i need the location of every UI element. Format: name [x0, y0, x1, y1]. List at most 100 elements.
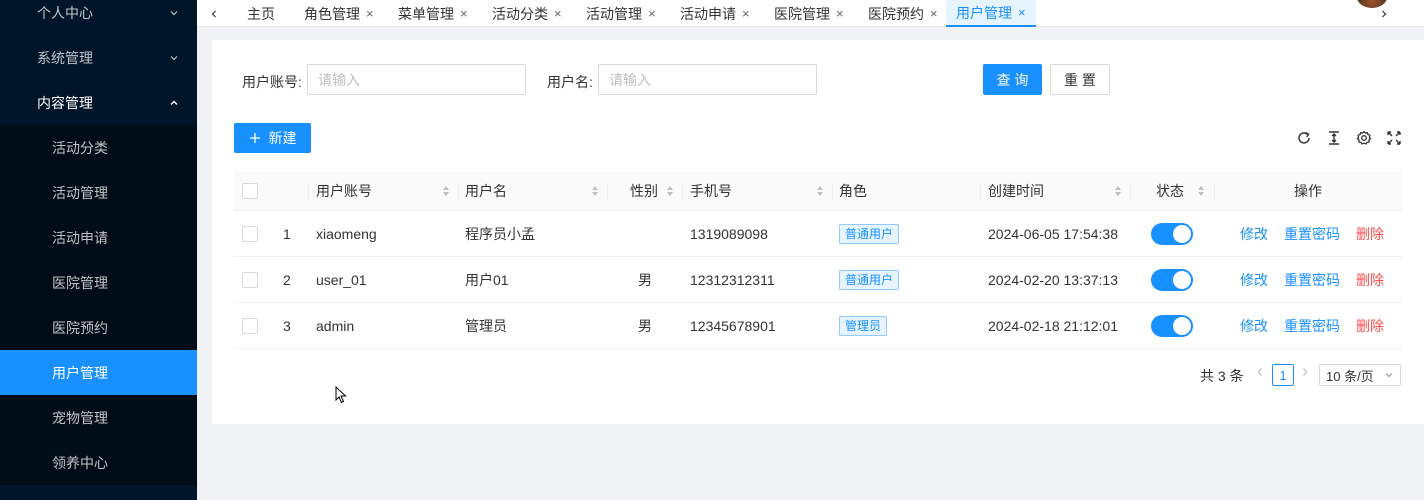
row-select-cell[interactable] [242, 211, 258, 257]
fullscreen-icon[interactable] [1385, 129, 1403, 147]
sidebar-item-personal-center[interactable]: 个人中心 [0, 0, 197, 35]
column-header-phone[interactable]: 手机号 [690, 171, 832, 211]
reload-icon[interactable] [1295, 129, 1313, 147]
row-select-cell[interactable] [242, 257, 258, 303]
sidebar-item-pet-management[interactable]: 宠物管理 [0, 395, 197, 440]
reset-button[interactable]: 重 置 [1050, 64, 1110, 95]
tab-activity-application[interactable]: 活动申请 × [670, 0, 760, 27]
column-header-account[interactable]: 用户账号 [316, 171, 458, 211]
tab-user-management[interactable]: 用户管理 × [946, 0, 1036, 27]
sort-icon[interactable] [442, 185, 450, 197]
role-tag: 普通用户 [839, 224, 900, 244]
sidebar-item-label: 领养中心 [52, 454, 108, 471]
tab-hospital-management[interactable]: 医院管理 × [764, 0, 854, 27]
tab-home[interactable]: 主页 [237, 0, 285, 27]
column-header-gender[interactable]: 性别 [614, 171, 682, 211]
cell-actions: 修改 重置密码 删除 [1240, 257, 1384, 303]
select-all-cell[interactable] [242, 171, 272, 211]
status-toggle[interactable] [1151, 223, 1193, 245]
sidebar-item-adoption-center[interactable]: 领养中心 [0, 440, 197, 485]
status-toggle[interactable] [1151, 315, 1193, 337]
row-checkbox[interactable] [242, 226, 258, 242]
setting-icon[interactable] [1355, 129, 1373, 147]
new-button-label: 新建 [268, 130, 297, 146]
close-icon[interactable]: × [460, 6, 468, 21]
cell-status [1151, 257, 1193, 303]
tab-scroll-left-icon[interactable] [207, 0, 221, 27]
page-size-select[interactable]: 10 条/页 [1319, 364, 1401, 386]
tab-scroll-right-icon[interactable] [1377, 0, 1391, 27]
role-tag: 普通用户 [839, 270, 900, 290]
pagination-next-icon[interactable] [1300, 366, 1310, 381]
sidebar-item-label: 活动申请 [52, 229, 108, 246]
delete-link[interactable]: 删除 [1356, 316, 1384, 336]
sidebar-item-user-management[interactable]: 用户管理 [0, 350, 197, 395]
pagination-prev-icon[interactable] [1255, 366, 1265, 381]
cell-role: 普通用户 [839, 257, 900, 303]
row-index: 3 [283, 318, 291, 334]
cell-phone: 12345678901 [690, 318, 776, 334]
row-checkbox[interactable] [242, 318, 258, 334]
account-label: 用户账号: [242, 74, 302, 90]
cell-account: user_01 [316, 272, 367, 288]
tab-menu-management[interactable]: 菜单管理 × [388, 0, 478, 27]
tab-label: 医院管理 [774, 5, 830, 22]
select-all-checkbox[interactable] [242, 183, 258, 199]
edit-link[interactable]: 修改 [1240, 270, 1268, 290]
sort-icon[interactable] [1197, 185, 1205, 197]
query-button[interactable]: 查 询 [983, 64, 1042, 95]
pagination-page-button[interactable]: 1 [1272, 364, 1294, 386]
sidebar-item-system-management[interactable]: 系统管理 [0, 35, 197, 80]
reset-password-link[interactable]: 重置密码 [1284, 316, 1340, 336]
status-toggle[interactable] [1151, 269, 1193, 291]
sidebar-item-hospital-appointment[interactable]: 医院预约 [0, 305, 197, 350]
tab-label: 活动申请 [680, 5, 736, 22]
reset-password-link[interactable]: 重置密码 [1284, 270, 1340, 290]
column-header-created-time[interactable]: 创建时间 [988, 171, 1130, 211]
sidebar-item-activity-category[interactable]: 活动分类 [0, 125, 197, 170]
close-icon[interactable]: × [930, 6, 938, 21]
row-select-cell[interactable] [242, 303, 258, 349]
column-height-icon[interactable] [1325, 129, 1343, 147]
close-icon[interactable]: × [1018, 5, 1026, 20]
sidebar-item-label: 医院管理 [52, 274, 108, 291]
close-icon[interactable]: × [836, 6, 844, 21]
cell-actions: 修改 重置密码 删除 [1240, 211, 1384, 257]
sidebar-item-content-management[interactable]: 内容管理 [0, 80, 197, 125]
username-search-input[interactable] [598, 64, 817, 95]
column-header-status[interactable]: 状态 [1137, 171, 1213, 211]
sidebar-item-label: 内容管理 [37, 94, 93, 111]
column-header-username[interactable]: 用户名 [465, 171, 607, 211]
new-button[interactable]: 新建 [234, 123, 311, 153]
cell-status [1151, 303, 1193, 349]
reset-password-link[interactable]: 重置密码 [1284, 224, 1340, 244]
close-icon[interactable]: × [554, 6, 562, 21]
row-checkbox[interactable] [242, 272, 258, 288]
tab-activity-management[interactable]: 活动管理 × [576, 0, 666, 27]
edit-link[interactable]: 修改 [1240, 224, 1268, 244]
tab-hospital-appointment[interactable]: 医院预约 × [858, 0, 948, 27]
edit-link[interactable]: 修改 [1240, 316, 1268, 336]
sort-icon[interactable] [666, 185, 674, 197]
tab-activity-category[interactable]: 活动分类 × [482, 0, 572, 27]
role-tag: 管理员 [839, 316, 888, 336]
account-search-input[interactable] [307, 64, 526, 95]
cell-gender: 男 [638, 272, 652, 288]
close-icon[interactable]: × [648, 6, 656, 21]
close-icon[interactable]: × [742, 6, 750, 21]
column-header-role: 角色 [839, 183, 867, 199]
cell-account: admin [316, 318, 355, 334]
delete-link[interactable]: 删除 [1356, 270, 1384, 290]
close-icon[interactable]: × [366, 6, 374, 21]
sort-icon[interactable] [1114, 185, 1122, 197]
tab-label: 活动分类 [492, 5, 548, 22]
sidebar-item-activity-management[interactable]: 活动管理 [0, 170, 197, 215]
sidebar-item-hospital-management[interactable]: 医院管理 [0, 260, 197, 305]
tab-role-management[interactable]: 角色管理 × [294, 0, 384, 27]
sidebar-item-activity-application[interactable]: 活动申请 [0, 215, 197, 260]
sidebar: 个人中心 系统管理 内容管理 活动分类 活动管理 活动申请 医院管理 医院预约 … [0, 0, 197, 500]
delete-link[interactable]: 删除 [1356, 224, 1384, 244]
sort-icon[interactable] [816, 185, 824, 197]
sort-icon[interactable] [591, 185, 599, 197]
column-header-actions: 操作 [1294, 183, 1322, 199]
